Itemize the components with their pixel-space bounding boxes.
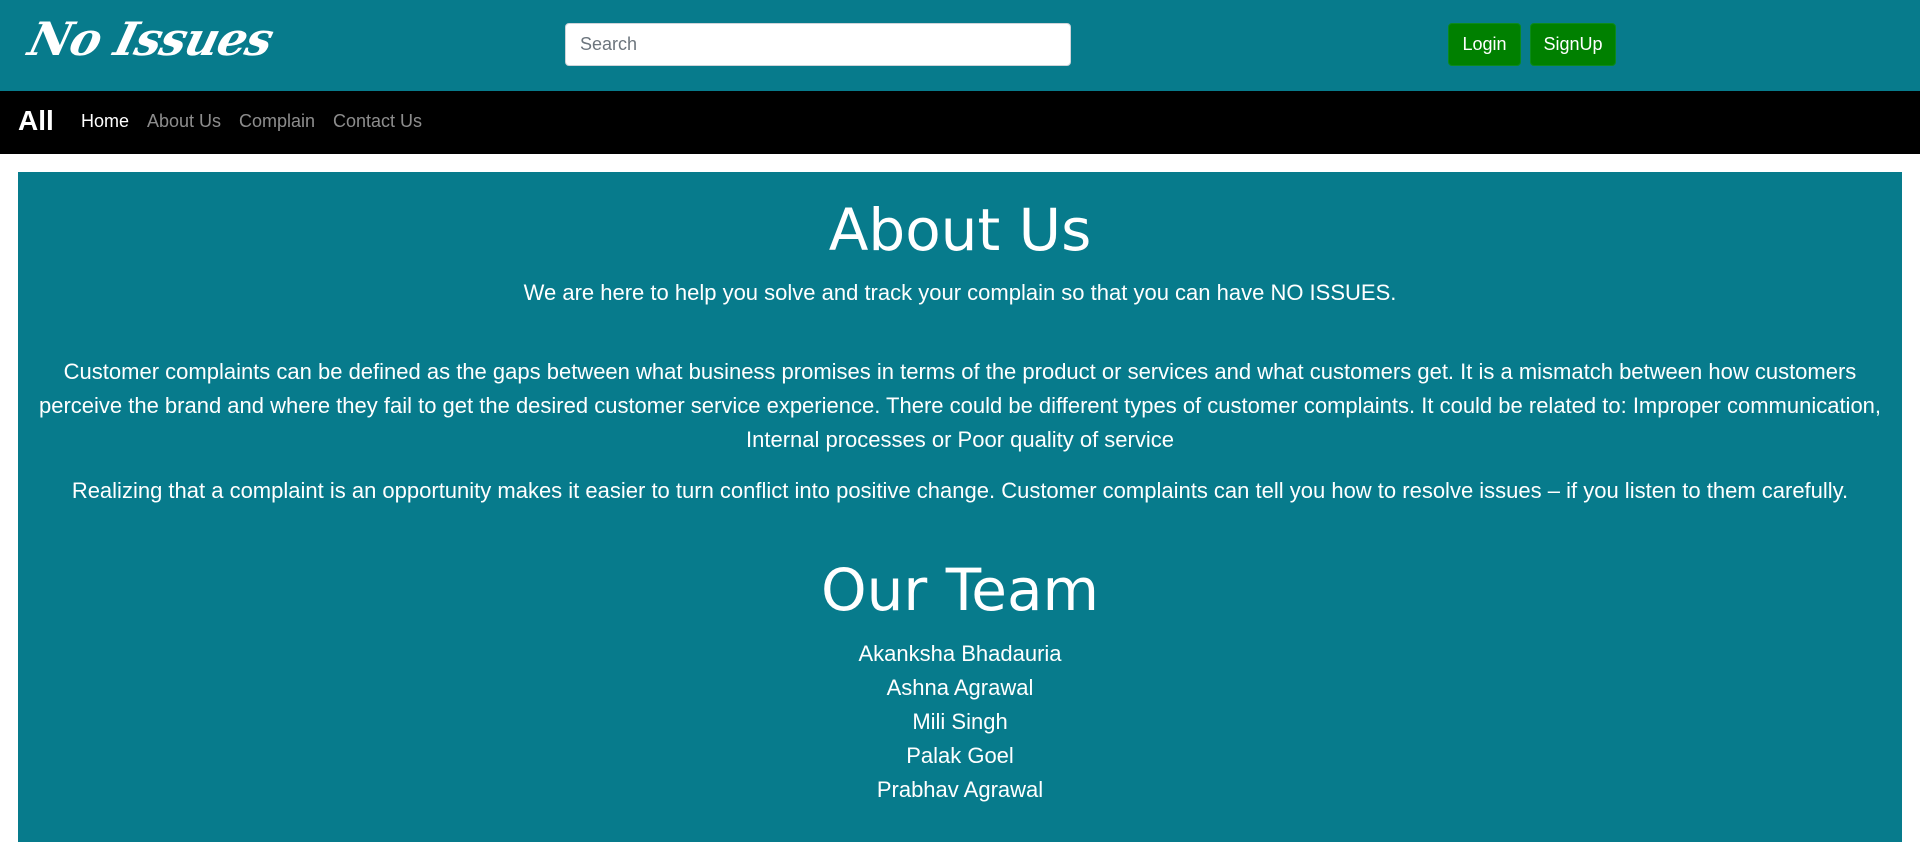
nav-item-contact-us[interactable]: Contact Us <box>333 111 422 132</box>
navbar-brand[interactable]: All <box>18 105 54 137</box>
search-input[interactable] <box>565 23 1071 66</box>
nav-item-about-us[interactable]: About Us <box>147 111 221 132</box>
login-button[interactable]: Login <box>1448 23 1521 66</box>
main-navbar: All Home About Us Complain Contact Us <box>0 91 1920 154</box>
team-title: Our Team <box>821 556 1099 624</box>
about-tagline: We are here to help you solve and track … <box>523 280 1397 305</box>
about-section: About Us We are here to help you solve a… <box>18 172 1902 842</box>
nav-item-home[interactable]: Home <box>81 111 129 132</box>
about-title: About Us <box>828 196 1092 264</box>
signup-button[interactable]: SignUp <box>1530 23 1616 66</box>
team-member: Mili Singh <box>912 709 1008 734</box>
team-member: Ashna Agrawal <box>886 675 1034 700</box>
about-paragraph-2: Realizing that a complaint is an opportu… <box>71 478 1849 503</box>
top-header: No Issues Login SignUp <box>0 0 1920 91</box>
team-member: Akanksha Bhadauria <box>858 641 1062 666</box>
team-member: Palak Goel <box>906 743 1014 768</box>
about-paragraph-1: Customer complaints can be defined as th… <box>38 359 1882 452</box>
site-logo[interactable]: No Issues <box>23 12 278 66</box>
team-list: Akanksha Bhadauria Ashna Agrawal Mili Si… <box>18 637 1902 807</box>
nav-item-complain[interactable]: Complain <box>239 111 315 132</box>
team-member: Prabhav Agrawal <box>876 777 1044 802</box>
